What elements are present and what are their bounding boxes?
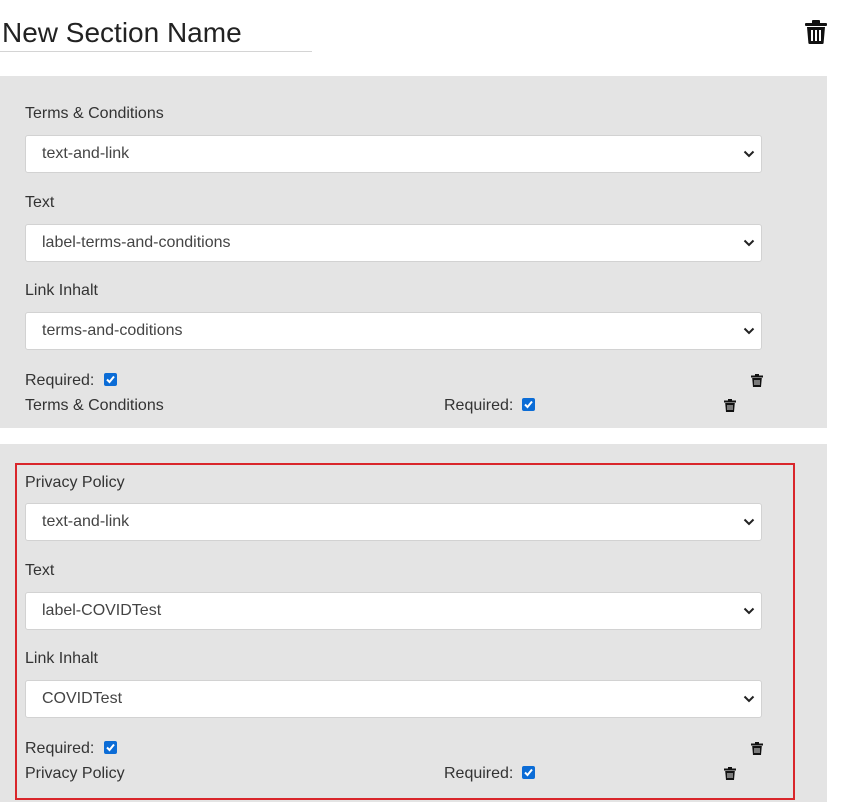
delete-item-trash-icon[interactable]: [724, 767, 736, 780]
block-type-label: Terms & Conditions: [25, 105, 164, 122]
text-field-label: Text: [25, 562, 55, 579]
summary-required-checkbox[interactable]: [522, 766, 535, 779]
summary-required-label: Required:: [444, 397, 514, 414]
required-checkbox[interactable]: [104, 741, 117, 754]
chevron-down-icon: [743, 239, 755, 247]
block-type-select[interactable]: text-and-link: [25, 135, 762, 173]
summary-title: Terms & Conditions: [25, 397, 164, 414]
link-field-label: Link Inhalt: [25, 650, 98, 667]
check-icon: [524, 768, 533, 777]
required-label: Required:: [25, 740, 95, 757]
chevron-down-icon: [743, 327, 755, 335]
chevron-down-icon: [743, 518, 755, 526]
block-type-select[interactable]: text-and-link: [25, 503, 762, 541]
chevron-down-icon: [743, 607, 755, 615]
summary-required-checkbox[interactable]: [522, 398, 535, 411]
text-field-label: Text: [25, 194, 55, 211]
summary-title: Privacy Policy: [25, 765, 125, 782]
text-select[interactable]: label-terms-and-conditions: [25, 224, 762, 262]
consent-block-privacy: Privacy Policy text-and-link Text label-…: [0, 444, 827, 802]
chevron-down-icon: [743, 150, 755, 158]
link-select-value: terms-and-coditions: [42, 322, 183, 339]
delete-section-trash-icon[interactable]: [805, 20, 827, 44]
chevron-down-icon: [743, 695, 755, 703]
block-type-select-value: text-and-link: [42, 145, 130, 162]
link-field-label: Link Inhalt: [25, 282, 98, 299]
check-icon: [106, 743, 115, 752]
required-checkbox[interactable]: [104, 373, 117, 386]
check-icon: [106, 375, 115, 384]
link-select[interactable]: COVIDTest: [25, 680, 762, 718]
check-icon: [524, 400, 533, 409]
delete-item-trash-icon[interactable]: [724, 399, 736, 412]
section-name-input[interactable]: [0, 14, 312, 52]
delete-field-trash-icon[interactable]: [751, 742, 763, 755]
block-type-label: Privacy Policy: [25, 474, 125, 491]
link-select[interactable]: terms-and-coditions: [25, 312, 762, 350]
text-select[interactable]: label-COVIDTest: [25, 592, 762, 630]
consent-block-terms: Terms & Conditions text-and-link Text la…: [0, 76, 827, 428]
block-type-select-value: text-and-link: [42, 513, 130, 530]
delete-field-trash-icon[interactable]: [751, 374, 763, 387]
required-label: Required:: [25, 372, 95, 389]
text-select-value: label-COVIDTest: [42, 602, 162, 619]
link-select-value: COVIDTest: [42, 690, 123, 707]
summary-required-label: Required:: [444, 765, 514, 782]
text-select-value: label-terms-and-conditions: [42, 234, 231, 251]
